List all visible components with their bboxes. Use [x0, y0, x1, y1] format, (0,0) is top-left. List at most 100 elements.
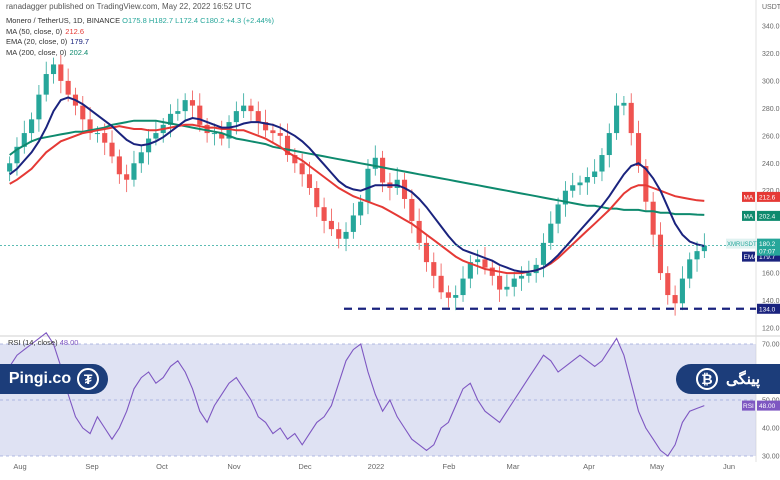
candle-body [635, 133, 642, 167]
candle-body [460, 278, 466, 296]
candle-body [270, 130, 276, 134]
x-tick-label: Mar [507, 462, 520, 471]
bitcoin-icon: ₿ [695, 368, 718, 390]
x-tick-label: Aug [13, 462, 26, 471]
candle-body [306, 174, 313, 188]
candle-body [540, 242, 547, 265]
legend-symbol: Monero / TetherUS, 1D, BINANCE O175.8 H1… [6, 16, 274, 25]
rsi-tick-label: 70.00 [762, 342, 780, 349]
candle-body [584, 177, 590, 183]
candle-body [555, 204, 561, 224]
attribution: ranadagger published on TradingView.com,… [6, 2, 252, 11]
candle-body [248, 105, 254, 112]
candle-body [241, 105, 247, 112]
candle-body [65, 80, 71, 95]
candle-body [614, 105, 620, 134]
candle-body [138, 152, 144, 164]
tether-icon: ₮ [77, 368, 100, 390]
brand-badge-left: Pingi.co ₮ [0, 364, 108, 394]
candle-body [570, 185, 576, 191]
price-tick-label: 240.0 [762, 161, 780, 168]
candle-body [197, 105, 203, 125]
candle-body [606, 133, 612, 156]
candle-body [526, 273, 532, 276]
candle-body [380, 157, 386, 183]
x-tick-label: Nov [227, 462, 241, 471]
candle-body [189, 100, 196, 106]
candle-body [321, 207, 327, 221]
candle-body [277, 133, 283, 136]
candle-body [50, 64, 57, 75]
x-tick-label: May [650, 462, 664, 471]
legend-ma200: MA (200, close, 0) 202.4 [6, 47, 89, 57]
candle-body [511, 278, 517, 287]
candle-body [657, 234, 664, 274]
candle-body [431, 262, 437, 276]
legend-ma50: MA (50, close, 0) 212.6 [6, 26, 85, 36]
candle-body [233, 111, 239, 123]
brand-text-left: Pingi.co [8, 370, 72, 387]
candle-body [58, 64, 64, 81]
candle-body [687, 259, 693, 279]
candle-body [350, 215, 356, 232]
candle-body [416, 220, 422, 243]
rsi-tick-label: 40.00 [762, 426, 780, 433]
candle-body [445, 292, 451, 298]
candle-body [489, 267, 495, 276]
candle-body [497, 275, 503, 290]
rsi-tag-value: 48.00 [759, 403, 776, 410]
candle-body [109, 142, 115, 157]
candle-body [518, 275, 525, 279]
candle-body [672, 295, 678, 304]
candle-body [592, 171, 598, 177]
legend-ema20: EMA (20, close, 0) 179.7 [6, 37, 90, 46]
candle-body [548, 223, 554, 243]
candle-body [7, 163, 13, 172]
x-tick-label: Sep [85, 462, 98, 471]
rsi-tag-label: RSI [743, 403, 754, 410]
support-tag-value: 134.0 [759, 306, 776, 313]
candle-body [482, 259, 488, 268]
candle-body [453, 295, 459, 298]
candle-body [577, 182, 583, 186]
candle-body [182, 100, 188, 112]
candle-body [628, 102, 634, 134]
price-tick-label: 340.0 [762, 24, 780, 31]
candle-body [131, 163, 137, 180]
candle-body [694, 251, 700, 260]
x-tick-label: 2022 [368, 462, 385, 471]
candle-body [475, 259, 481, 263]
candle-body [29, 119, 35, 134]
candle-body [599, 155, 605, 172]
legend-ohlc: O175.8 H182.7 L172.4 C180.2 +4.3 (+2.44%… [122, 16, 274, 25]
candle-body [124, 174, 130, 180]
candle-body [409, 198, 415, 221]
candle-body [255, 111, 261, 123]
candle-body [116, 156, 122, 175]
rsi-tick-label: 30.00 [762, 454, 780, 461]
candle-body [504, 286, 510, 290]
candle-body [80, 105, 86, 120]
x-tick-label: Feb [443, 462, 456, 471]
candle-body [328, 220, 334, 230]
candle-body [679, 278, 685, 304]
price-tick-label: 300.0 [762, 78, 780, 85]
candle-body [175, 111, 181, 114]
last-price-value: 180.2 [759, 241, 776, 248]
candle-body [336, 229, 342, 239]
candle-body [211, 133, 217, 135]
candle-body [299, 163, 305, 175]
rsi-legend: RSI (14, close) 48.00 [8, 338, 79, 347]
price-chart[interactable]: 120.0140.0160.0180.0200.0220.0240.0260.0… [0, 0, 780, 480]
ema20-tag-label: EMA [744, 254, 759, 261]
candle-body [621, 102, 627, 106]
ma200-tag-label: MA [744, 213, 754, 220]
candle-body [438, 275, 444, 293]
price-tick-label: 120.0 [762, 326, 780, 333]
price-tick-label: 160.0 [762, 271, 780, 278]
candle-body [153, 133, 159, 139]
price-axis-currency: USDT [762, 4, 780, 11]
symbol-tag: XMRUSDT [727, 242, 757, 248]
candle-body [102, 133, 108, 143]
candle-body [204, 124, 210, 134]
